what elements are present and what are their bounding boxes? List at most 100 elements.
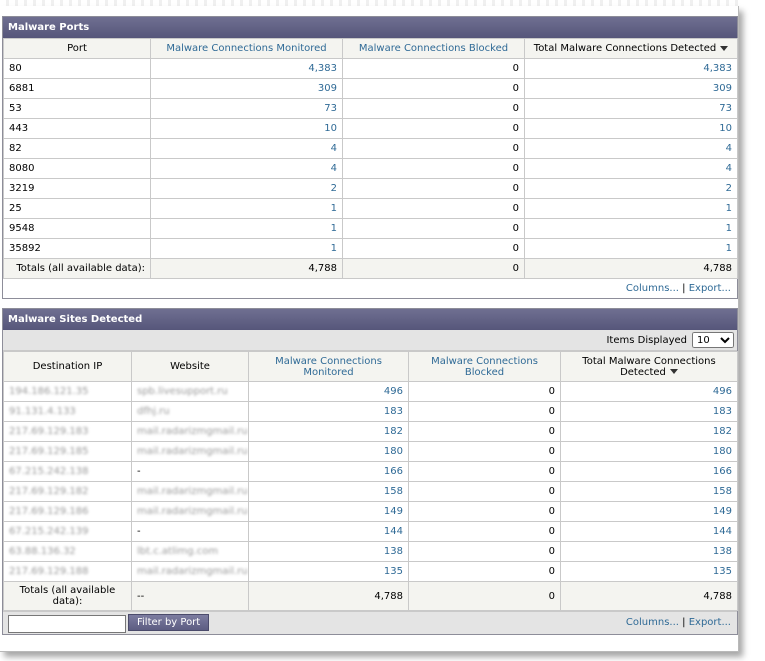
total-cell[interactable]: 1 — [524, 198, 738, 219]
destination-ip-cell-text: 217.69.129.183 — [9, 426, 89, 437]
blocked-cell: 0 — [342, 218, 525, 239]
table-row: 217.69.129.186 mail.radarizmgmail.ru 149 0 1… — [3, 501, 738, 522]
destination-ip-cell: 63.88.136.32 — [3, 541, 132, 562]
blocked-cell: 0 — [408, 381, 561, 402]
sites-table: Destination IP Website Malware Connectio… — [3, 351, 738, 611]
total-cell[interactable]: 135 — [560, 561, 738, 582]
monitored-cell[interactable]: 496 — [248, 381, 409, 402]
website-cell: mail.radarizmgmail.ru — [131, 421, 249, 442]
table-row: 194.186.121.35 spb.livesupport.ru 496 0 496 — [3, 381, 738, 402]
total-cell[interactable]: 496 — [560, 381, 738, 402]
total-cell[interactable]: 182 — [560, 421, 738, 442]
monitored-cell[interactable]: 180 — [248, 441, 409, 462]
monitored-cell[interactable]: 4 — [150, 158, 343, 179]
sort-desc-icon — [669, 369, 678, 374]
total-cell[interactable]: 4,383 — [524, 58, 738, 79]
blocked-cell: 0 — [408, 561, 561, 582]
monitored-cell[interactable]: 1 — [150, 198, 343, 219]
columns-link[interactable]: Columns... — [626, 617, 679, 628]
website-cell-text: mail.radarizmgmail.ru — [137, 446, 248, 457]
totals-site: -- — [131, 581, 249, 611]
items-displayed-select[interactable]: 10 — [692, 332, 734, 348]
columns-link[interactable]: Columns... — [626, 283, 679, 294]
website-cell-text: spb.livesupport.ru — [137, 386, 228, 397]
panel-title: Malware Sites Detected — [3, 309, 737, 330]
col-header-monitored[interactable]: Malware Connections Monitored — [150, 38, 343, 59]
table-row: 217.69.129.185 mail.radarizmgmail.ru 180 0 1… — [3, 441, 738, 462]
website-cell: mail.radarizmgmail.ru — [131, 561, 249, 582]
total-cell[interactable]: 4 — [524, 158, 738, 179]
col-header-total[interactable]: Total Malware Connections Detected — [560, 351, 738, 382]
destination-ip-cell-text: 63.88.136.32 — [9, 546, 76, 557]
filter-by-port-button[interactable]: Filter by Port — [128, 614, 210, 631]
col-header-total-label: Total Malware Connections Detected — [533, 43, 717, 54]
blocked-cell: 0 — [342, 238, 525, 259]
port-cell: 8080 — [3, 158, 151, 179]
total-cell[interactable]: 1 — [524, 238, 738, 259]
total-cell[interactable]: 180 — [560, 441, 738, 462]
monitored-cell[interactable]: 1 — [150, 238, 343, 259]
monitored-cell[interactable]: 144 — [248, 521, 409, 542]
destination-ip-cell: 217.69.129.186 — [3, 501, 132, 522]
table-row: 25 1 0 1 — [3, 198, 738, 219]
col-header-blocked[interactable]: Malware Connections Blocked — [342, 38, 525, 59]
col-header-total[interactable]: Total Malware Connections Detected — [524, 38, 738, 59]
col-header-port: Port — [3, 38, 151, 59]
export-link[interactable]: Export... — [689, 283, 731, 294]
port-cell: 9548 — [3, 218, 151, 239]
table-row: 35892 1 0 1 — [3, 238, 738, 259]
port-cell: 53 — [3, 98, 151, 119]
panel-title: Malware Ports — [3, 17, 737, 38]
website-cell: dfhj.ru — [131, 401, 249, 422]
totals-row: Totals (all available data): -- 4,788 0 … — [3, 581, 738, 611]
blocked-cell: 0 — [408, 541, 561, 562]
table-row: 53 73 0 73 — [3, 98, 738, 119]
filter-input[interactable] — [8, 615, 126, 633]
total-cell[interactable]: 183 — [560, 401, 738, 422]
monitored-cell[interactable]: 149 — [248, 501, 409, 522]
monitored-cell[interactable]: 182 — [248, 421, 409, 442]
total-cell[interactable]: 149 — [560, 501, 738, 522]
report-frame: Malware Ports Port Malware Connections M… — [0, 6, 739, 652]
items-displayed-bar: Items Displayed 10 — [3, 330, 737, 351]
monitored-cell[interactable]: 73 — [150, 98, 343, 119]
monitored-cell[interactable]: 10 — [150, 118, 343, 139]
total-cell[interactable]: 4 — [524, 138, 738, 159]
monitored-cell[interactable]: 2 — [150, 178, 343, 199]
total-cell[interactable]: 2 — [524, 178, 738, 199]
port-cell: 35892 — [3, 238, 151, 259]
total-cell[interactable]: 166 — [560, 461, 738, 482]
total-cell[interactable]: 10 — [524, 118, 738, 139]
total-cell[interactable]: 309 — [524, 78, 738, 99]
monitored-cell[interactable]: 138 — [248, 541, 409, 562]
malware-ports-panel: Malware Ports Port Malware Connections M… — [2, 16, 738, 299]
website-cell: mail.radarizmgmail.ru — [131, 441, 249, 462]
destination-ip-cell: 217.69.129.188 — [3, 561, 132, 582]
monitored-cell[interactable]: 158 — [248, 481, 409, 502]
blocked-cell: 0 — [342, 158, 525, 179]
monitored-cell[interactable]: 1 — [150, 218, 343, 239]
total-cell[interactable]: 138 — [560, 541, 738, 562]
website-cell: mail.radarizmgmail.ru — [131, 481, 249, 502]
col-header-monitored[interactable]: Malware Connections Monitored — [248, 351, 409, 382]
total-cell[interactable]: 73 — [524, 98, 738, 119]
blocked-cell: 0 — [408, 401, 561, 422]
blocked-cell: 0 — [342, 78, 525, 99]
table-row: 3219 2 0 2 — [3, 178, 738, 199]
monitored-cell[interactable]: 135 — [248, 561, 409, 582]
monitored-cell[interactable]: 4 — [150, 138, 343, 159]
total-cell[interactable]: 158 — [560, 481, 738, 502]
monitored-cell[interactable]: 4,383 — [150, 58, 343, 79]
monitored-cell[interactable]: 309 — [150, 78, 343, 99]
monitored-cell[interactable]: 183 — [248, 401, 409, 422]
website-cell: spb.livesupport.ru — [131, 381, 249, 402]
monitored-cell[interactable]: 166 — [248, 461, 409, 482]
total-cell[interactable]: 144 — [560, 521, 738, 542]
blocked-cell: 0 — [408, 521, 561, 542]
table-row: 67.215.242.139-144 0 144 — [3, 521, 738, 542]
total-cell[interactable]: 1 — [524, 218, 738, 239]
website-cell: - — [131, 521, 249, 542]
export-link[interactable]: Export... — [689, 617, 731, 628]
ports-footer: Columns... | Export... — [3, 279, 737, 298]
col-header-blocked[interactable]: Malware Connections Blocked — [408, 351, 561, 382]
